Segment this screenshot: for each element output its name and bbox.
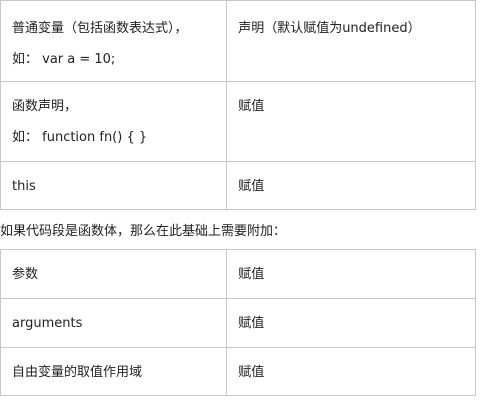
table-cell-free-variable: 自由变量的取值作用域 [0,347,228,396]
table-cell-variable: 普通变量（包括函数表达式）， 如： var a = 10; [0,0,228,82]
table-cell-function: 函数声明， 如： function fn() { } [0,81,228,162]
cell-text: 赋值 [238,179,265,194]
cell-text: 参数 [12,267,39,282]
cell-text-line2: 如： function fn() { } [12,130,148,145]
table-row: 普通变量（包括函数表达式）， 如： var a = 10; 声明（默认赋值为un… [0,0,476,82]
table-row: 参数 赋值 [0,249,476,299]
table-cell-value: 赋值 [226,81,476,162]
cell-text-line1: 普通变量（包括函数表达式）， [12,21,188,36]
table-cell-arguments: arguments [0,298,228,348]
cell-text: 自由变量的取值作用域 [12,365,143,380]
cell-text: 赋值 [238,365,265,380]
cell-text-line2: 如： var a = 10; [12,52,116,67]
cell-text: this [12,179,36,194]
cell-text: 赋值 [238,267,265,282]
cell-text-line1: 函数声明， [12,99,78,114]
table-row: 自由变量的取值作用域 赋值 [0,347,476,396]
table-cell-value: 赋值 [226,298,476,348]
context-table-1: 普通变量（包括函数表达式）， 如： var a = 10; 声明（默认赋值为un… [0,0,476,210]
cell-text: 声明（默认赋值为undefined） [238,21,421,36]
table-row: arguments 赋值 [0,298,476,348]
table-cell-value: 赋值 [226,249,476,299]
table-row: this 赋值 [0,161,476,210]
table-cell-value: 声明（默认赋值为undefined） [226,0,476,82]
context-table-2: 参数 赋值 arguments 赋值 自由变量的取值作用域 赋值 [0,249,476,396]
table-cell-value: 赋值 [226,161,476,210]
table-cell-value: 赋值 [226,347,476,396]
table-cell-this: this [0,161,228,210]
cell-text: 赋值 [238,99,265,114]
cell-text: 赋值 [238,316,265,331]
table-cell-params: 参数 [0,249,228,299]
section-note: 如果代码段是函数体，那么在此基础上需要附加： [0,224,287,239]
cell-text: arguments [12,316,83,331]
table-row: 函数声明， 如： function fn() { } 赋值 [0,81,476,162]
